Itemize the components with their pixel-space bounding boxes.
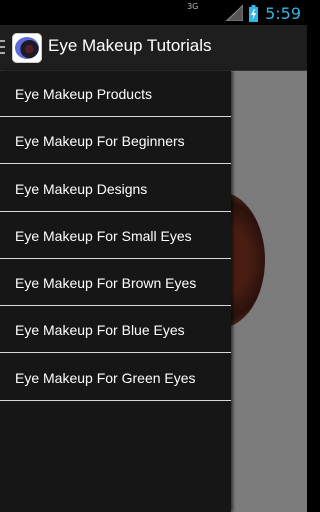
clock: 5:59 [265, 3, 301, 23]
network-type-label: 3G [187, 2, 199, 11]
drawer-item-label: Eye Makeup For Green Eyes [15, 369, 196, 386]
app-title: Eye Makeup Tutorials [48, 36, 212, 55]
drawer-toggle-icon[interactable] [0, 40, 6, 55]
drawer-item-eye-makeup-for-beginners[interactable]: Eye Makeup For Beginners [0, 118, 231, 165]
action-bar: Eye Makeup Tutorials [0, 25, 307, 71]
navigation-drawer: Eye Makeup Products Eye Makeup For Begin… [0, 71, 231, 512]
battery-icon [249, 4, 259, 22]
drawer-item-eye-makeup-designs[interactable]: Eye Makeup Designs [0, 166, 231, 212]
app-logo-icon[interactable] [12, 33, 42, 63]
drawer-item-label: Eye Makeup For Brown Eyes [15, 275, 197, 292]
drawer-item-label: Eye Makeup For Small Eyes [15, 227, 192, 244]
drawer-item-eye-makeup-for-blue-eyes[interactable]: Eye Makeup For Blue Eyes [0, 307, 231, 354]
drawer-item-label: Eye Makeup Products [15, 86, 152, 102]
drawer-item-label: Eye Makeup Designs [15, 180, 148, 197]
status-bar: 3G 5:59 [0, 0, 307, 25]
signal-icon [225, 5, 244, 21]
drawer-item-label: Eye Makeup For Blue Eyes [15, 322, 185, 339]
drawer-item-eye-makeup-products[interactable]: Eye Makeup Products [0, 71, 231, 117]
drawer-item-eye-makeup-for-green-eyes[interactable]: Eye Makeup For Green Eyes [0, 355, 231, 401]
drawer-item-label: Eye Makeup For Beginners [15, 133, 185, 150]
status-icons: 3G 5:59 [187, 2, 301, 23]
drawer-item-eye-makeup-for-small-eyes[interactable]: Eye Makeup For Small Eyes [0, 213, 231, 259]
drawer-item-eye-makeup-for-brown-eyes[interactable]: Eye Makeup For Brown Eyes [0, 260, 231, 307]
